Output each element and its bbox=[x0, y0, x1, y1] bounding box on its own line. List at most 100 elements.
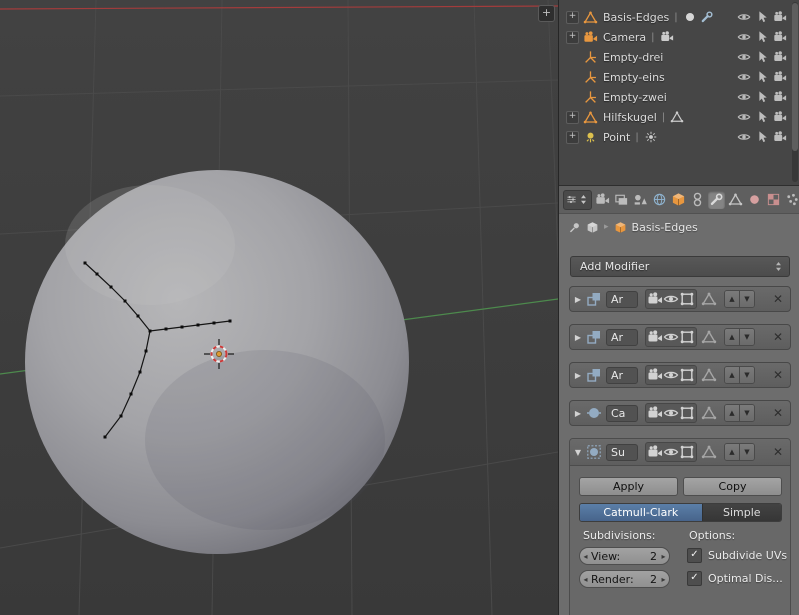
camera-data-icon[interactable] bbox=[660, 30, 674, 44]
outliner-item-label[interactable]: Point bbox=[603, 131, 630, 144]
renderable-camera-icon[interactable] bbox=[773, 90, 787, 104]
stepper-right-arrow-icon[interactable]: ▸ bbox=[658, 552, 669, 561]
renderable-camera-icon[interactable] bbox=[773, 130, 787, 144]
modifier-header-array-1[interactable]: ▶ Ar ▲ ▼ ✕ bbox=[569, 286, 791, 312]
modifier-name-field[interactable]: Ca bbox=[606, 404, 638, 422]
move-up-button[interactable]: ▲ bbox=[725, 291, 739, 307]
apply-button[interactable]: Apply bbox=[579, 477, 678, 496]
cage-toggle-icon[interactable] bbox=[701, 444, 717, 460]
realtime-toggle-icon[interactable] bbox=[663, 405, 679, 421]
modifier-name-field[interactable]: Ar bbox=[606, 328, 638, 346]
selectable-pointer-icon[interactable] bbox=[755, 70, 769, 84]
tab-world[interactable] bbox=[651, 191, 668, 209]
editmode-toggle-icon[interactable] bbox=[679, 367, 695, 383]
outliner-item-label[interactable]: Camera bbox=[603, 31, 646, 44]
expand-toggle[interactable]: + bbox=[566, 30, 579, 44]
render-toggle-icon[interactable] bbox=[647, 405, 663, 421]
tab-particles[interactable] bbox=[784, 191, 799, 209]
delete-modifier-button[interactable]: ✕ bbox=[773, 292, 783, 306]
visibility-eye-icon[interactable] bbox=[737, 110, 751, 124]
visibility-eye-icon[interactable] bbox=[737, 50, 751, 64]
renderable-camera-icon[interactable] bbox=[773, 70, 787, 84]
outliner-item-label[interactable]: Empty-drei bbox=[603, 51, 663, 64]
cage-toggle-icon[interactable] bbox=[701, 291, 717, 307]
tab-render-layers[interactable] bbox=[613, 191, 630, 209]
tab-render[interactable] bbox=[594, 191, 611, 209]
expand-triangle-icon[interactable]: ▶ bbox=[570, 295, 586, 304]
move-up-button[interactable]: ▲ bbox=[725, 444, 739, 460]
delete-modifier-button[interactable]: ✕ bbox=[773, 330, 783, 344]
visibility-eye-icon[interactable] bbox=[737, 90, 751, 104]
modifier-header-array-3[interactable]: ▶ Ar ▲ ▼ ✕ bbox=[569, 362, 791, 388]
expand-toggle[interactable]: + bbox=[566, 10, 579, 24]
stepper-left-arrow-icon[interactable]: ◂ bbox=[580, 552, 591, 561]
tab-material[interactable] bbox=[746, 191, 763, 209]
modifier-header-array-2[interactable]: ▶ Ar ▲ ▼ ✕ bbox=[569, 324, 791, 350]
renderable-camera-icon[interactable] bbox=[773, 110, 787, 124]
render-toggle-icon[interactable] bbox=[647, 444, 663, 460]
renderable-camera-icon[interactable] bbox=[773, 10, 787, 24]
outliner-row-basis-edges[interactable]: + Basis-Edges | bbox=[559, 7, 799, 27]
outliner-row-empty-eins[interactable]: + Empty-eins bbox=[559, 67, 799, 87]
expand-toggle[interactable]: + bbox=[566, 110, 579, 124]
modifier-wrench-icon[interactable] bbox=[700, 10, 714, 24]
modifier-header-subsurf[interactable]: ▼ Su ▲ ▼ ✕ bbox=[570, 439, 790, 466]
outliner-scrollbar[interactable] bbox=[792, 2, 798, 182]
editmode-toggle-icon[interactable] bbox=[679, 329, 695, 345]
cage-toggle-icon[interactable] bbox=[701, 367, 717, 383]
cage-toggle-icon[interactable] bbox=[701, 329, 717, 345]
outliner-item-label[interactable]: Empty-eins bbox=[603, 71, 665, 84]
outliner-item-label[interactable]: Empty-zwei bbox=[603, 91, 667, 104]
realtime-toggle-icon[interactable] bbox=[663, 367, 679, 383]
editmode-toggle-icon[interactable] bbox=[679, 444, 695, 460]
delete-modifier-button[interactable]: ✕ bbox=[773, 445, 783, 459]
expand-triangle-icon[interactable]: ▶ bbox=[570, 333, 586, 342]
tab-scene[interactable] bbox=[632, 191, 649, 209]
editmode-toggle-icon[interactable] bbox=[679, 405, 695, 421]
modifier-name-field[interactable]: Su bbox=[606, 443, 638, 461]
delete-modifier-button[interactable]: ✕ bbox=[773, 368, 783, 382]
selectable-pointer-icon[interactable] bbox=[755, 110, 769, 124]
move-up-button[interactable]: ▲ bbox=[725, 405, 739, 421]
viewport-3d[interactable] bbox=[0, 0, 558, 615]
copy-button[interactable]: Copy bbox=[683, 477, 782, 496]
pin-icon[interactable] bbox=[568, 221, 581, 234]
move-down-button[interactable]: ▼ bbox=[739, 291, 754, 307]
region-expand-button[interactable]: + bbox=[538, 5, 555, 22]
expand-toggle[interactable]: + bbox=[566, 130, 579, 144]
move-down-button[interactable]: ▼ bbox=[739, 329, 754, 345]
editor-type-selector[interactable] bbox=[563, 189, 592, 210]
move-down-button[interactable]: ▼ bbox=[739, 367, 754, 383]
mesh-data-icon[interactable] bbox=[670, 110, 684, 124]
add-modifier-dropdown[interactable]: Add Modifier bbox=[570, 256, 790, 277]
object-browse-icon[interactable] bbox=[586, 221, 599, 234]
outliner-row-camera[interactable]: + Camera | bbox=[559, 27, 799, 47]
stepper-right-arrow-icon[interactable]: ▸ bbox=[658, 575, 669, 584]
visibility-eye-icon[interactable] bbox=[737, 130, 751, 144]
collapse-triangle-icon[interactable]: ▼ bbox=[570, 448, 586, 457]
selectable-pointer-icon[interactable] bbox=[755, 90, 769, 104]
render-subdivisions-stepper[interactable]: ◂ Render: 2 ▸ bbox=[579, 570, 670, 588]
material-icon[interactable] bbox=[683, 10, 697, 24]
renderable-camera-icon[interactable] bbox=[773, 30, 787, 44]
render-toggle-icon[interactable] bbox=[647, 329, 663, 345]
move-up-button[interactable]: ▲ bbox=[725, 329, 739, 345]
move-up-button[interactable]: ▲ bbox=[725, 367, 739, 383]
visibility-eye-icon[interactable] bbox=[737, 30, 751, 44]
visibility-eye-icon[interactable] bbox=[737, 70, 751, 84]
view-subdivisions-stepper[interactable]: ◂ View: 2 ▸ bbox=[579, 547, 670, 565]
lamp-data-icon[interactable] bbox=[644, 130, 658, 144]
modifier-header-cast[interactable]: ▶ Ca ▲ ▼ ✕ bbox=[569, 400, 791, 426]
selectable-pointer-icon[interactable] bbox=[755, 10, 769, 24]
outliner-item-label[interactable]: Hilfskugel bbox=[603, 111, 657, 124]
selectable-pointer-icon[interactable] bbox=[755, 50, 769, 64]
move-down-button[interactable]: ▼ bbox=[739, 405, 754, 421]
tab-object[interactable] bbox=[670, 191, 687, 209]
scrollbar-handle[interactable] bbox=[792, 3, 798, 151]
outliner-row-hilfskugel[interactable]: + Hilfskugel | bbox=[559, 107, 799, 127]
delete-modifier-button[interactable]: ✕ bbox=[773, 406, 783, 420]
tab-constraints[interactable] bbox=[689, 191, 706, 209]
tab-object-data[interactable] bbox=[727, 191, 744, 209]
visibility-eye-icon[interactable] bbox=[737, 10, 751, 24]
modifier-name-field[interactable]: Ar bbox=[606, 290, 638, 308]
